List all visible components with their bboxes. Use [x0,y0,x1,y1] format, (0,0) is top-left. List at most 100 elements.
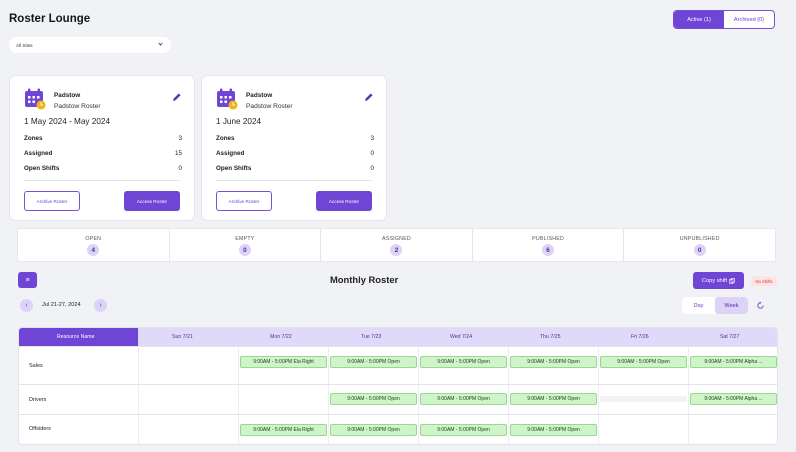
shift-block[interactable]: 9:00AM - 5:00PM Ela Right [240,424,327,436]
summary-count: 0 [693,244,706,256]
card-date-range: 1 June 2024 [216,117,262,126]
shift-block[interactable]: 9:00AM - 5:00PM Open [330,424,417,436]
empty-slot [600,396,687,402]
view-day[interactable]: Day [682,297,715,314]
resource-header: Resource Name [19,328,138,346]
day-header: Thu 7/25 [540,334,561,340]
summary-count: 2 [390,244,403,256]
copy-shift-label: Copy shift [701,277,728,284]
resource-name: Drivers [29,397,47,403]
summary-label: UNPUBLISHED [679,236,720,242]
stat-label: Assigned [216,150,245,157]
site-select-value: All Sites [16,42,33,48]
shift-block[interactable]: 9:00AM - 5:00PM Alpha ... [690,393,777,405]
summary-bar: OPEN 4 EMPTY 0 ASSIGNED 2 PUBLISHED 6 UNPUBL… [17,228,776,262]
stat-value: 0 [370,165,374,172]
summary-assigned: ASSIGNED 2 [321,229,473,261]
card-roster-name: Padstow Roster [246,103,293,110]
roster-grid: Resource Name Sun 7/21 Mon 7/22 Tue 7/23… [18,327,778,445]
card-date-range: 1 May 2024 - May 2024 [24,117,111,126]
stat-row: Zones 3 [216,135,374,142]
roster-card: Padstow Padstow Roster 1 May 2024 - May … [9,75,195,221]
divider [216,180,372,181]
summary-count: 0 [238,244,251,256]
prev-week-button[interactable]: ‹ [20,299,33,312]
summary-unpublished: UNPUBLISHED 0 [624,229,775,261]
shift-block[interactable]: 9:00AM - 5:00PM Open [510,393,597,405]
stat-row: Open Shifts 0 [216,165,374,172]
summary-empty: EMPTY 0 [170,229,322,261]
summary-open: OPEN 4 [18,229,170,261]
calendar-icon [217,88,238,110]
access-roster-button[interactable]: Access Roster [124,191,180,211]
day-header: Tue 7/23 [361,334,382,340]
table-row: Drivers 9:00AM - 5:00PM Open 9:00AM - 5:… [19,384,777,414]
stat-value: 0 [370,150,374,157]
card-site-name: Padstow [54,92,81,99]
day-header: Sat 7/27 [720,334,740,340]
access-roster-button[interactable]: Access Roster [316,191,372,211]
summary-label: ASSIGNED [381,236,411,242]
shift-block[interactable]: 9:00AM - 5:00PM Open [600,356,687,368]
roster-card: Padstow Padstow Roster 1 June 2024 Zones… [201,75,387,221]
shift-block[interactable]: 9:00AM - 5:00PM Open [330,393,417,405]
menu-icon: ≡ [25,276,30,284]
shift-block[interactable]: 9:00AM - 5:00PM Open [510,424,597,436]
summary-label: EMPTY [235,236,255,242]
stat-value: 15 [174,150,182,157]
view-toggle: Day Week [682,297,748,314]
tab-archived[interactable]: Archived (0) [724,11,774,28]
stat-row: Open Shifts 0 [24,165,182,172]
status-tabs: Active (1) Archived (0) [673,10,775,29]
stat-label: Open Shifts [216,165,252,172]
resource-header-label: Resource Name [57,334,95,340]
resource-name: Offsiders [29,426,51,432]
day-header: Sun 7/21 [172,334,193,340]
refresh-icon[interactable] [756,301,765,310]
calendar-icon [25,88,46,110]
shift-block[interactable]: 9:00AM - 5:00PM Open [510,356,597,368]
stat-label: Assigned [24,150,53,157]
card-roster-name: Padstow Roster [54,103,101,110]
pencil-icon[interactable] [364,92,374,102]
page-title: Roster Lounge [9,13,91,25]
table-row: Sales 9:00AM - 5:00PM Ela Right 9:00AM -… [19,346,777,384]
stat-value: 0 [178,165,182,172]
stat-value: 3 [178,135,182,142]
chevron-down-icon [158,41,163,46]
tab-active[interactable]: Active (1) [674,11,724,28]
stat-label: Zones [24,135,43,142]
shift-block[interactable]: 9:00AM - 5:00PM Open [330,356,417,368]
copy-icon [729,277,735,284]
archive-roster-button[interactable]: Archive Roster [24,191,80,211]
stat-value: 3 [370,135,374,142]
site-select[interactable]: All Sites [9,37,171,53]
stat-row: Assigned 0 [216,150,374,157]
table-row: Offsiders 9:00AM - 5:00PM Ela Right 9:00… [19,414,777,444]
summary-count: 6 [542,244,555,256]
shift-block[interactable]: 9:00AM - 5:00PM Open [420,393,507,405]
divider [24,180,180,181]
shift-block[interactable]: 9:00AM - 5:00PM Open [420,424,507,436]
summary-label: OPEN [85,236,102,242]
view-week[interactable]: Week [715,297,748,314]
chevron-right-icon: › [99,302,102,309]
next-week-button[interactable]: › [94,299,107,312]
archive-roster-button[interactable]: Archive Roster [216,191,272,211]
summary-count: 4 [87,244,100,256]
summary-label: PUBLISHED [532,236,564,242]
shift-block[interactable]: 9:00AM - 5:00PM Ela Right [240,356,327,368]
copy-shift-button[interactable]: Copy shift [693,272,744,289]
chevron-left-icon: ‹ [25,302,28,309]
shift-block[interactable]: 9:00AM - 5:00PM Alpha ... [690,356,777,368]
menu-button[interactable]: ≡ [18,272,37,288]
resource-name: Sales [29,363,43,369]
roster-title: Monthly Roster [330,274,399,285]
no-shifts-badge: No Shifts [751,276,777,286]
shift-block[interactable]: 9:00AM - 5:00PM Open [420,356,507,368]
stat-row: Zones 3 [24,135,182,142]
pencil-icon[interactable] [172,92,182,102]
stat-label: Open Shifts [24,165,60,172]
stat-label: Zones [216,135,235,142]
day-header: Mon 7/22 [270,334,292,340]
